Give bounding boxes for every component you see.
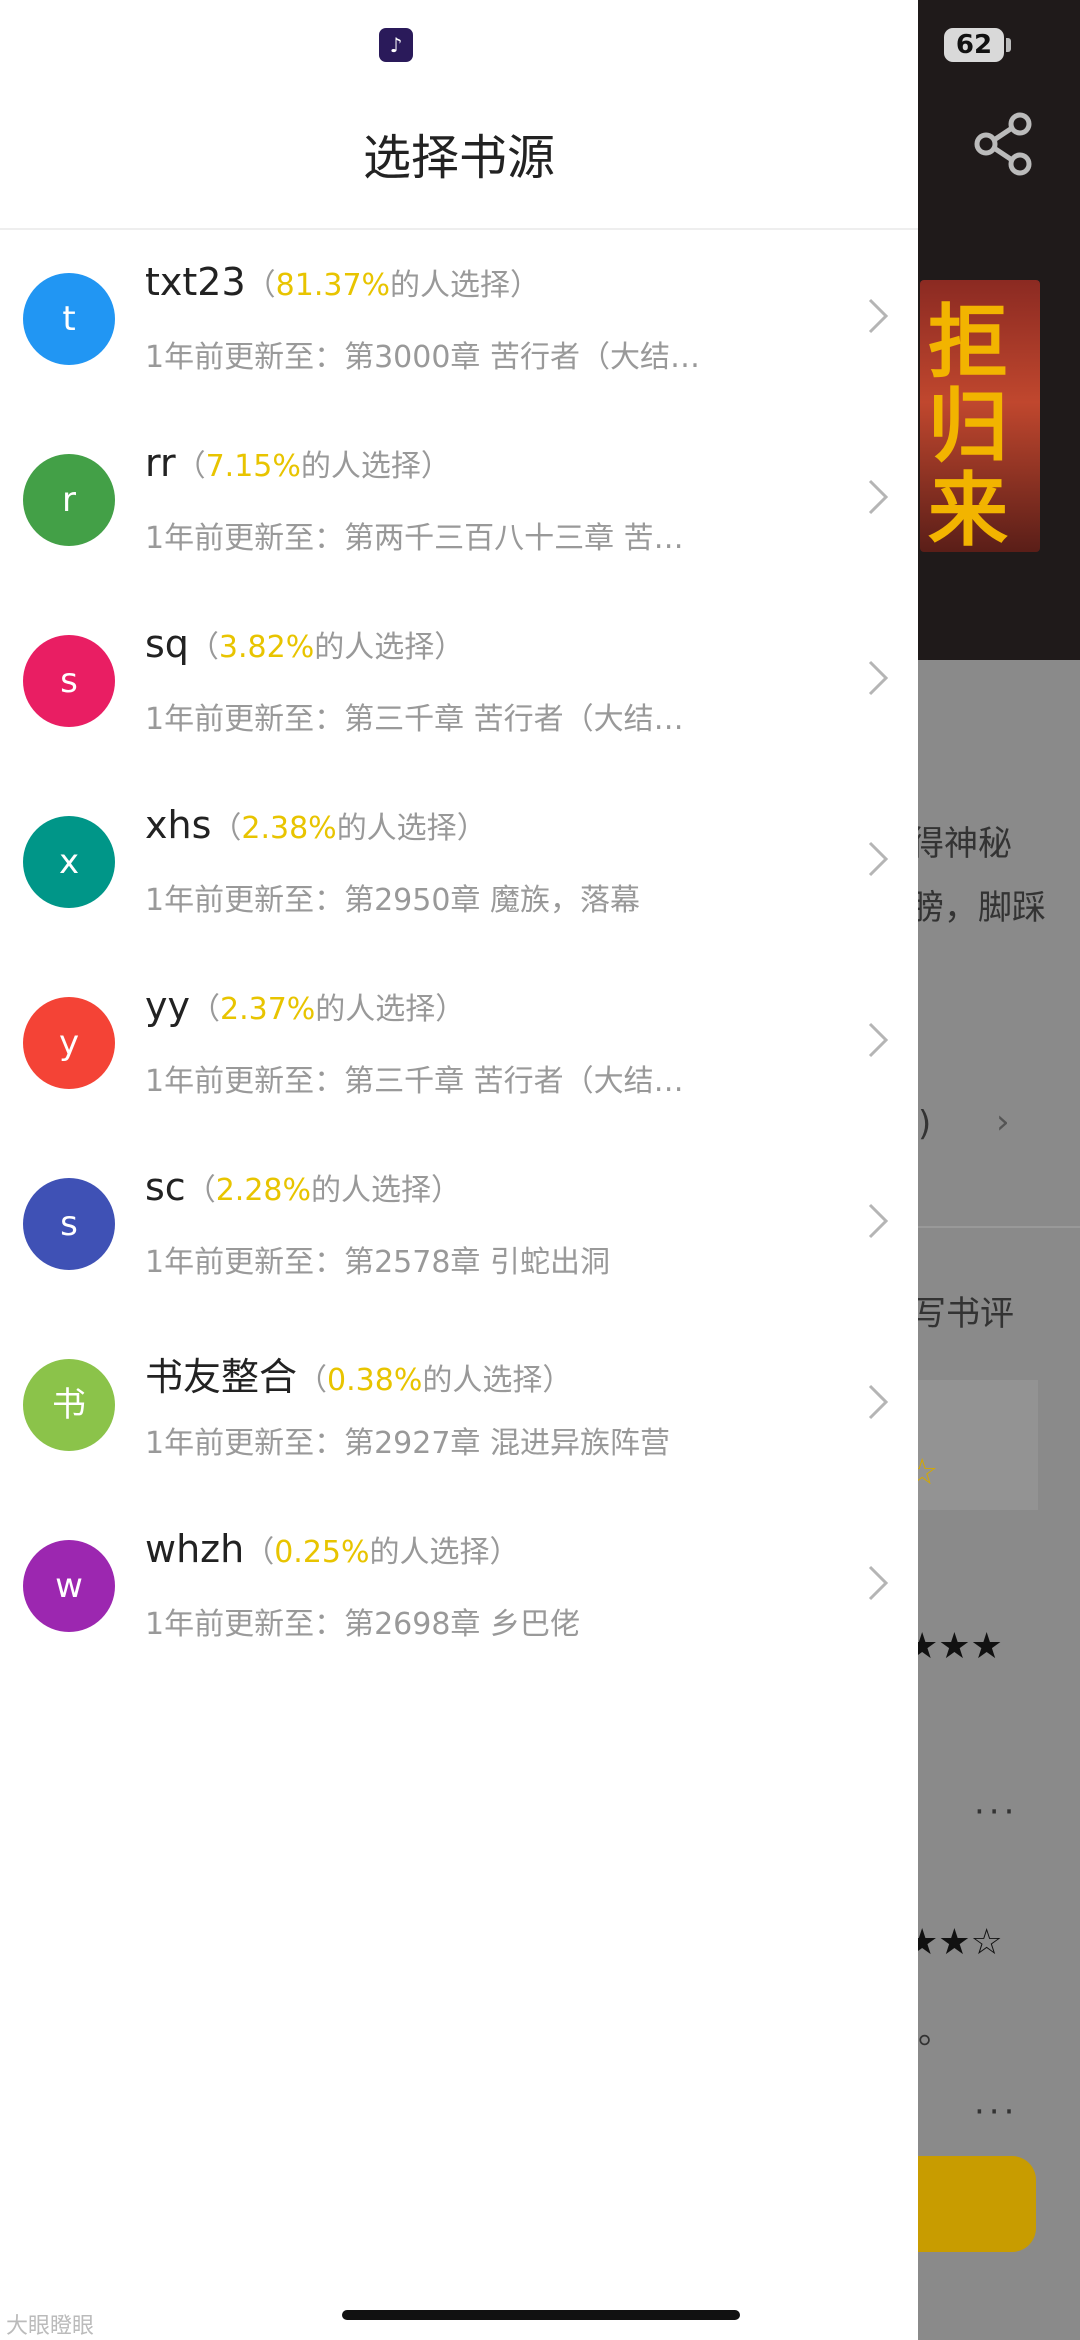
- source-name-line: xhs（2.38%的人选择）: [145, 803, 487, 847]
- chevron-right-icon: [868, 1565, 889, 1601]
- source-latest-chapter: 1年前更新至：第2578章 引蛇出洞: [145, 1245, 610, 1280]
- share-icon[interactable]: [974, 112, 1034, 176]
- source-share: （3.82%的人选择）: [188, 630, 465, 665]
- source-share: （0.25%的人选择）: [244, 1535, 520, 1570]
- source-name: rr: [145, 441, 176, 485]
- catalog-chevron-icon[interactable]: ›: [996, 1102, 1010, 1142]
- battery-indicator: 62: [944, 28, 1004, 62]
- source-latest-chapter: 1年前更新至：第3000章 苦行者（大结局）: [145, 340, 705, 375]
- catalog-fragment: ): [918, 1104, 932, 1144]
- source-share: （0.38%的人选择）: [297, 1363, 573, 1398]
- chevron-right-icon: [868, 660, 889, 696]
- source-share-suffix: 的人选择: [369, 1535, 490, 1570]
- source-name: sq: [145, 622, 189, 666]
- source-name-line: txt23（81.37%的人选择）: [145, 260, 540, 304]
- chevron-right-icon: [868, 841, 889, 877]
- battery-tip: [1006, 38, 1011, 52]
- source-select-drawer: ♪ 选择书源 t txt23（81.37%的人选择） 1年前更新至：第3000章…: [0, 0, 918, 2340]
- source-name: sc: [145, 1165, 186, 1209]
- source-row[interactable]: s sq（3.82%的人选择） 1年前更新至：第三千章 苦行者（大结局）: [0, 592, 918, 773]
- book-cover[interactable]: 拒归来: [920, 280, 1040, 552]
- source-share-suffix: 的人选择: [314, 630, 435, 665]
- source-share: （2.38%的人选择）: [211, 811, 487, 846]
- source-name: xhs: [145, 803, 212, 847]
- chevron-right-icon: [868, 1384, 889, 1420]
- source-avatar: w: [23, 1540, 115, 1632]
- source-latest-chapter: 1年前更新至：第2698章 乡巴佬: [145, 1607, 580, 1642]
- chevron-right-icon: [868, 1022, 889, 1058]
- source-latest-chapter: 1年前更新至：第三千章 苦行者（大结局）: [145, 702, 705, 737]
- source-name-line: rr（7.15%的人选择）: [145, 441, 451, 485]
- source-percent: 3.82%: [218, 630, 315, 665]
- source-avatar: t: [23, 273, 115, 365]
- watermark: 大眼瞪眼: [6, 2314, 95, 2339]
- synopsis-fragment-2: 膀，脚踩: [910, 888, 1046, 928]
- source-share-suffix: 的人选择: [300, 449, 421, 484]
- source-percent: 2.38%: [241, 811, 337, 846]
- source-share: （2.37%的人选择）: [189, 992, 466, 1027]
- source-avatar: s: [23, 635, 115, 727]
- app-logo-icon: ♪: [379, 28, 413, 62]
- more-dots-icon-1[interactable]: ···: [974, 1792, 1018, 1832]
- source-name: yy: [145, 984, 190, 1028]
- source-row[interactable]: w whzh（0.25%的人选择） 1年前更新至：第2698章 乡巴佬: [0, 1497, 918, 1678]
- source-avatar: s: [23, 1178, 115, 1270]
- source-percent: 0.25%: [274, 1535, 370, 1570]
- source-name: 书友整合: [145, 1355, 298, 1399]
- source-name-line: 书友整合（0.38%的人选择）: [145, 1346, 572, 1401]
- source-row[interactable]: r rr（7.15%的人选择） 1年前更新至：第两千三百八十三章 苦行者: [0, 411, 918, 592]
- source-share-suffix: 的人选择: [336, 811, 457, 846]
- source-avatar: y: [23, 997, 115, 1089]
- review-stars-2: ★★☆: [906, 1922, 1003, 1963]
- source-latest-chapter: 1年前更新至：第2950章 魔族，落幕: [145, 883, 640, 918]
- source-avatar: r: [23, 454, 115, 546]
- source-row[interactable]: t txt23（81.37%的人选择） 1年前更新至：第3000章 苦行者（大结…: [0, 230, 918, 411]
- source-latest-chapter: 1年前更新至：第2927章 混进异族阵营: [145, 1426, 670, 1461]
- source-name: whzh: [145, 1527, 245, 1571]
- source-share: （81.37%的人选择）: [245, 268, 541, 303]
- source-share-suffix: 的人选择: [311, 1173, 432, 1208]
- source-name-line: sc（2.28%的人选择）: [145, 1165, 461, 1209]
- synopsis-fragment-1: 得神秘: [910, 824, 1012, 864]
- chevron-right-icon: [868, 1203, 889, 1239]
- source-list: t txt23（81.37%的人选择） 1年前更新至：第3000章 苦行者（大结…: [0, 230, 918, 1678]
- source-latest-chapter: 1年前更新至：第三千章 苦行者（大结局）: [145, 1064, 705, 1099]
- more-dots-icon-2[interactable]: ···: [974, 2092, 1018, 2132]
- source-row[interactable]: s sc（2.28%的人选择） 1年前更新至：第2578章 引蛇出洞: [0, 1135, 918, 1316]
- review-fragment: 。: [918, 2012, 952, 2052]
- source-row[interactable]: x xhs（2.38%的人选择） 1年前更新至：第2950章 魔族，落幕: [0, 773, 918, 954]
- source-name-line: yy（2.37%的人选择）: [145, 984, 465, 1028]
- source-percent: 2.37%: [219, 992, 316, 1027]
- source-avatar: 书: [23, 1359, 115, 1451]
- source-share: （2.28%的人选择）: [185, 1173, 462, 1208]
- background-divider: [918, 1226, 1080, 1228]
- source-percent: 0.38%: [327, 1363, 423, 1398]
- source-row[interactable]: y yy（2.37%的人选择） 1年前更新至：第三千章 苦行者（大结局）: [0, 954, 918, 1135]
- source-share-suffix: 的人选择: [315, 992, 436, 1027]
- drawer-title: 选择书源: [362, 130, 555, 186]
- source-name-line: sq（3.82%的人选择）: [145, 622, 464, 666]
- source-name: txt23: [145, 260, 246, 304]
- source-percent: 7.15%: [205, 449, 301, 484]
- source-share: （7.15%的人选择）: [175, 449, 451, 484]
- chevron-right-icon: [868, 479, 889, 515]
- source-row[interactable]: 书 书友整合（0.38%的人选择） 1年前更新至：第2927章 混进异族阵营: [0, 1316, 918, 1497]
- home-indicator[interactable]: [342, 2310, 740, 2320]
- chevron-right-icon: [868, 298, 889, 334]
- write-review-label[interactable]: 写书评: [912, 1286, 1014, 1335]
- review-stars-1: ★★★: [906, 1626, 1003, 1667]
- source-percent: 2.28%: [215, 1173, 312, 1208]
- book-cover-title: 拒归来: [928, 295, 1008, 552]
- source-percent: 81.37%: [275, 268, 391, 303]
- source-share-suffix: 的人选择: [390, 268, 511, 303]
- source-latest-chapter: 1年前更新至：第两千三百八十三章 苦行者: [145, 521, 705, 556]
- source-share-suffix: 的人选择: [422, 1363, 543, 1398]
- source-avatar: x: [23, 816, 115, 908]
- source-name-line: whzh（0.25%的人选择）: [145, 1527, 520, 1571]
